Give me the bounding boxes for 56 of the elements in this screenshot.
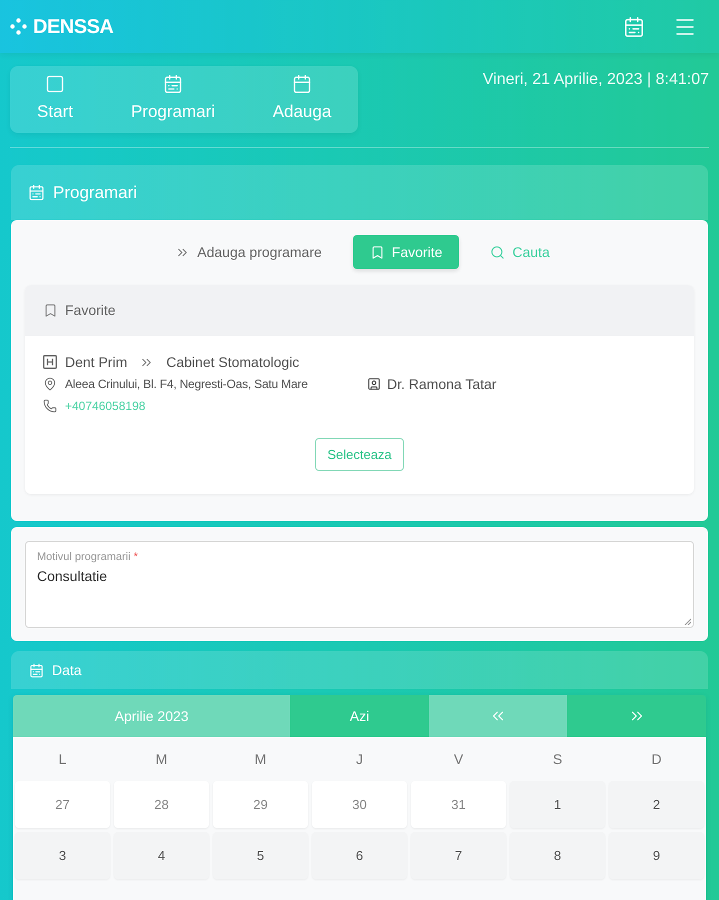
day-cell[interactable]: 31 [411, 781, 506, 828]
nav-item[interactable]: Start [10, 74, 100, 125]
field-label: Motivul programarii * [37, 551, 139, 564]
card-title: Programari [53, 182, 138, 204]
day-cell[interactable]: 9 [609, 832, 704, 879]
calendar-icon [292, 74, 312, 94]
day-cell[interactable]: 7 [411, 832, 506, 879]
day-cell[interactable]: 2 [609, 781, 704, 828]
logo-icon [10, 18, 27, 35]
search-icon [490, 244, 506, 260]
nav-item[interactable]: Adauga [246, 74, 358, 125]
tab[interactable]: Adauga programare [158, 235, 339, 269]
bookmark-icon [43, 303, 58, 318]
weekday-label: J [355, 750, 364, 768]
calendar-icon [163, 74, 183, 94]
resize-handle-icon[interactable] [684, 618, 691, 625]
id-badge-icon [367, 377, 381, 391]
select-button[interactable]: Selecteaza [315, 438, 404, 471]
day-cell[interactable]: 4 [114, 832, 209, 879]
square-icon [45, 74, 65, 94]
hospital-icon [43, 355, 57, 369]
day-cell[interactable]: 29 [213, 781, 308, 828]
day-cell[interactable]: 6 [312, 832, 407, 879]
weekday-label: M [154, 750, 168, 768]
weekday-label: D [650, 750, 663, 768]
calendar-icon [28, 184, 45, 201]
doctor-name: Dr. Ramona Tatar [387, 374, 496, 394]
calendar-icon[interactable] [623, 16, 645, 38]
logo-text[interactable]: DENSSA [33, 12, 114, 42]
weekday-label: L [58, 750, 68, 768]
cabinet-name: Cabinet Stomatologic [166, 352, 300, 372]
weekday-label: S [552, 750, 564, 768]
today-button[interactable]: Azi [290, 695, 429, 737]
date-time: Vineri, 21 Aprilie, 2023 | 8:41:07 [482, 70, 709, 90]
clinic-name: Dent Prim [65, 352, 128, 372]
day-cell[interactable]: 27 [15, 781, 110, 828]
box-title: Favorite [65, 301, 116, 320]
weekday-label: V [452, 750, 464, 768]
day-cell[interactable]: 30 [312, 781, 407, 828]
nav-item[interactable]: Programari [100, 74, 246, 125]
tab[interactable]: Cauta [473, 235, 567, 269]
day-cell[interactable]: 5 [213, 832, 308, 879]
reason-textarea[interactable]: Motivul programarii * Consultatie [25, 541, 694, 628]
bookmark-icon [370, 244, 385, 260]
phone-link[interactable]: +40746058198 [65, 397, 146, 415]
card-title: Data [52, 660, 82, 680]
day-cell[interactable]: 1 [510, 781, 605, 828]
tab[interactable]: Favorite [352, 235, 460, 269]
phone-icon [43, 399, 57, 413]
day-cell[interactable]: 3 [15, 832, 110, 879]
location-pin-icon [43, 377, 57, 391]
day-cell[interactable]: 8 [510, 832, 605, 879]
day-cell[interactable]: 28 [114, 781, 209, 828]
calendar-icon [29, 662, 44, 678]
address: Aleea Crinului, Bl. F4, Negresti-Oas, Satu Mare [65, 376, 308, 393]
weekday-label: M [254, 750, 268, 768]
